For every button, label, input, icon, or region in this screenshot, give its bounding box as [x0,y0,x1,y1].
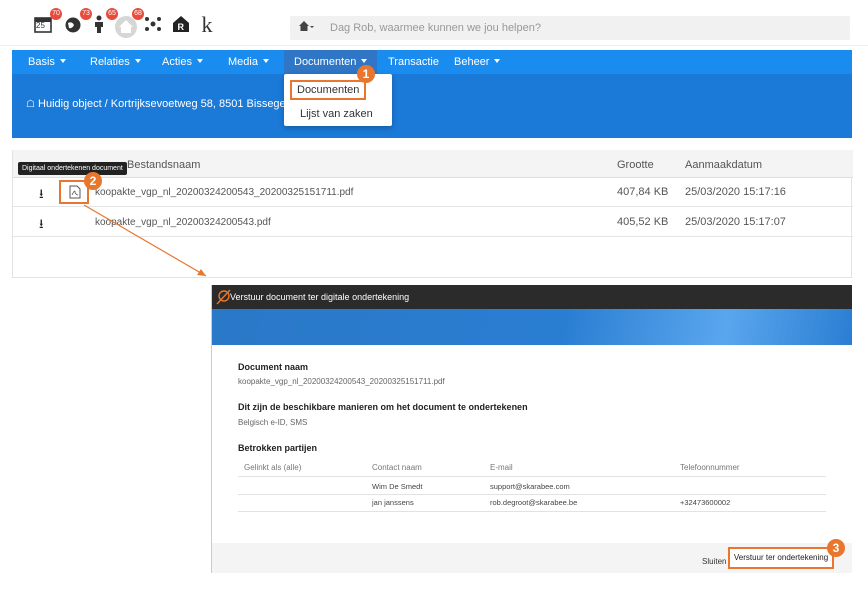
methods-value: Belgisch e-ID, SMS [238,418,308,427]
party-contact: Wim De Smedt [372,482,423,491]
divider [238,494,826,495]
dialog-titlebar: Verstuur document ter digitale onderteke… [212,285,852,309]
col-email: E-mail [490,463,513,472]
party-email: rob.degroot@skarabee.be [490,498,578,507]
divider [238,511,826,512]
col-gelinkt-als[interactable]: Gelinkt als (alle) [244,463,301,472]
party-email: support@skarabee.com [490,482,570,491]
doc-name-label: Document naam [238,362,309,372]
col-telefoonnummer: Telefoonnummer [680,463,740,472]
parties-label: Betrokken partijen [238,443,318,453]
step-badge-3: 3 [827,539,845,557]
divider [238,476,826,477]
doc-name-value: koopakte_vgp_nl_20200324200543_202003251… [238,377,445,386]
methods-label: Dit zijn de beschikbare manieren om het … [238,402,528,412]
dialog-title: Verstuur document ter digitale onderteke… [230,292,410,302]
sign-dialog: Verstuur document ter digitale onderteke… [212,285,852,573]
party-phone: +32473600002 [680,498,731,507]
send-for-signing-button[interactable]: Verstuur ter ondertekening [728,547,834,569]
dialog-footer: Sluiten Verstuur ter ondertekening [212,543,852,573]
dialog-band [212,309,852,345]
col-contact-naam: Contact naam [372,463,422,472]
skarabee-logo-icon [216,289,231,305]
party-contact: jan janssens [372,498,414,507]
close-button[interactable]: Sluiten [702,557,726,566]
